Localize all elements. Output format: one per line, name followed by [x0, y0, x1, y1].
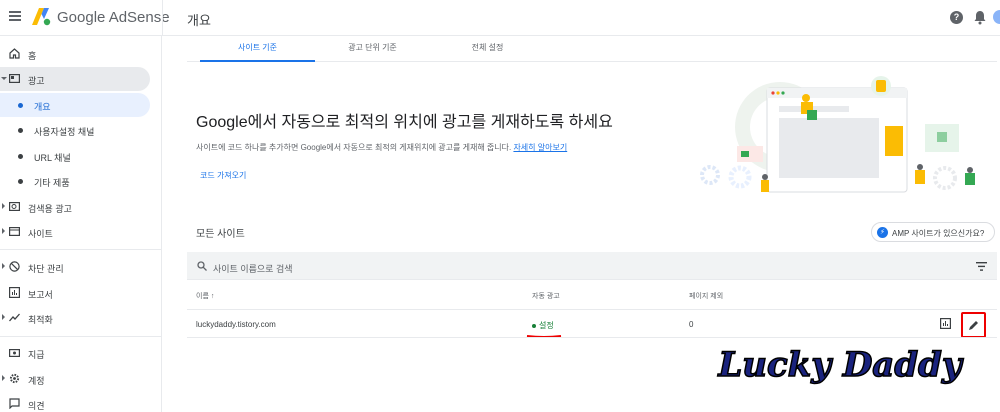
sidebar-item-other-products[interactable]: 기타 제품: [0, 169, 150, 193]
column-header-auto-ads[interactable]: 자동 광고: [532, 291, 560, 301]
learn-more-link[interactable]: 자세히 알아보기: [513, 143, 567, 152]
sidebar-item-label: 지급: [28, 350, 45, 360]
chevron-down-icon: [1, 77, 7, 80]
chevron-right-icon: [2, 228, 5, 234]
chevron-right-icon: [2, 203, 5, 209]
help-icon[interactable]: ?: [950, 11, 963, 24]
chevron-right-icon: [2, 375, 5, 381]
column-header-name[interactable]: 이름 ↑: [196, 291, 214, 301]
menu-icon[interactable]: [9, 11, 21, 21]
tab-bar: 사이트 기준 광고 단위 기준 전체 설정: [187, 36, 997, 62]
red-underline-annotation: [526, 335, 562, 338]
sidebar-item-ads[interactable]: 광고: [0, 67, 150, 91]
sidebar-item-optimization[interactable]: 최적화: [0, 306, 150, 330]
sidebar-item-label: 사이트: [28, 229, 53, 239]
auto-ads-status-label: 설정: [539, 321, 554, 330]
bullet-icon: [18, 103, 23, 108]
report-icon[interactable]: [940, 318, 951, 329]
sidebar-item-label: 최적화: [28, 315, 53, 325]
sidebar-item-label: 개요: [34, 102, 51, 112]
tab-by-site[interactable]: 사이트 기준: [200, 36, 315, 62]
ads-icon: [9, 74, 20, 84]
sidebar-divider: [0, 336, 162, 337]
search-ads-icon: [9, 202, 20, 212]
sidebar-divider: [0, 249, 162, 250]
all-sites-title: 모든 사이트: [196, 229, 245, 240]
filter-icon[interactable]: [976, 262, 987, 271]
sidebar-item-sites[interactable]: 사이트: [0, 220, 150, 244]
avatar[interactable]: [993, 10, 1000, 24]
lucky-daddy-watermark: Lucky Daddy: [717, 344, 965, 386]
page-title: 개요: [187, 13, 211, 28]
sidebar-item-label: 계정: [28, 376, 45, 386]
site-search-bar[interactable]: 사이트 이름으로 검색: [187, 252, 997, 280]
hero-description: 사이트에 코드 하나를 추가하면 Google에서 자동으로 최적의 게재위치에…: [196, 142, 567, 153]
chevron-right-icon: [2, 314, 5, 320]
sidebar-item-feedback[interactable]: 의견: [0, 392, 150, 412]
column-header-page-exclusions[interactable]: 페이지 제외: [689, 291, 723, 301]
sidebar-item-custom-channels[interactable]: 사용자설정 채널: [0, 118, 150, 142]
amp-icon: ⚡: [877, 227, 888, 238]
auto-ads-status: 설정: [532, 320, 554, 331]
bell-icon[interactable]: [973, 10, 987, 25]
auto-ads-illustration: [700, 76, 975, 193]
sidebar-item-label: 검색용 광고: [28, 204, 72, 214]
watermark-text: Lucky Daddy: [717, 345, 964, 385]
hero-description-text: 사이트에 코드 하나를 추가하면 Google에서 자동으로 최적의 게재위치에…: [196, 143, 512, 152]
adsense-logo: [32, 8, 51, 26]
block-icon: [9, 261, 20, 272]
sidebar-item-label: 기타 제품: [34, 178, 70, 188]
bullet-icon: [18, 179, 23, 184]
sites-icon: [9, 227, 20, 237]
sidebar-item-label: 의견: [28, 401, 45, 411]
chevron-right-icon: [2, 263, 5, 269]
payments-icon: [9, 348, 20, 358]
amp-sites-button[interactable]: ⚡ AMP 사이트가 있으신가요?: [871, 222, 995, 242]
search-input[interactable]: 사이트 이름으로 검색: [213, 262, 293, 275]
sidebar-item-overview[interactable]: 개요: [0, 93, 150, 117]
bullet-icon: [18, 128, 23, 133]
reports-icon: [9, 287, 20, 298]
trend-icon: [9, 313, 20, 322]
sidebar-item-payments[interactable]: 지급: [0, 341, 150, 365]
sidebar-item-url-channels[interactable]: URL 채널: [0, 144, 150, 168]
sidebar-item-label: URL 채널: [34, 153, 71, 163]
site-name: luckydaddy.tistory.com: [196, 320, 276, 329]
status-dot-icon: [532, 323, 536, 328]
sidebar-item-label: 차단 관리: [28, 264, 64, 274]
search-icon: [197, 261, 207, 271]
sidebar-item-label: 홈: [28, 51, 37, 61]
home-icon: [9, 48, 20, 59]
sidebar-item-blocking[interactable]: 차단 관리: [0, 255, 150, 279]
feedback-icon: [9, 398, 20, 409]
tab-global-settings[interactable]: 전체 설정: [430, 36, 545, 62]
sidebar-item-label: 광고: [28, 76, 45, 86]
product-name: Google AdSense: [57, 9, 170, 26]
sidebar-item-account[interactable]: 계정: [0, 367, 150, 391]
sidebar-item-home[interactable]: 홈: [0, 42, 150, 66]
sidebar-item-label: 보고서: [28, 290, 53, 300]
row-divider: [187, 309, 997, 310]
gear-icon: [9, 373, 20, 384]
sidebar-item-label: 사용자설정 채널: [34, 127, 95, 137]
top-app-bar: Google AdSense 개요 ?: [0, 0, 1000, 36]
amp-sites-label: AMP 사이트가 있으신가요?: [892, 229, 985, 238]
hero-title: Google에서 자동으로 최적의 위치에 광고를 게재하도록 하세요: [196, 114, 613, 131]
tab-by-ad-unit[interactable]: 광고 단위 기준: [315, 36, 430, 62]
bullet-icon: [18, 154, 23, 159]
page-exclusions-count: 0: [689, 320, 694, 329]
sidebar-item-search-ads[interactable]: 검색용 광고: [0, 195, 150, 219]
get-code-button[interactable]: 코드 가져오기: [200, 170, 246, 181]
sidebar: 홈 광고 개요 사용자설정 채널 URL 채널 기타 제품 검색용 광고 사이트…: [0, 36, 162, 412]
sidebar-item-reports[interactable]: 보고서: [0, 281, 150, 305]
header-divider: [162, 0, 163, 36]
